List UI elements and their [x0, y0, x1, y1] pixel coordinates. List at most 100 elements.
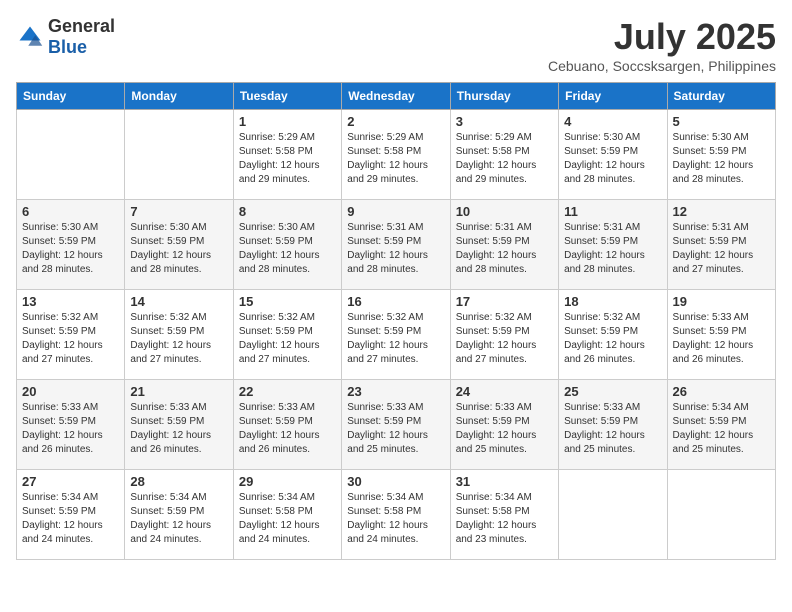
day-info: Sunrise: 5:34 AM Sunset: 5:59 PM Dayligh…	[130, 491, 227, 547]
day-number: 25	[564, 384, 661, 399]
col-header-tuesday: Tuesday	[233, 83, 341, 110]
day-info: Sunrise: 5:34 AM Sunset: 5:58 PM Dayligh…	[347, 491, 444, 547]
logo-blue-text: Blue	[48, 37, 87, 57]
calendar-week-3: 13 Sunrise: 5:32 AM Sunset: 5:59 PM Dayli…	[17, 290, 776, 380]
day-info: Sunrise: 5:30 AM Sunset: 5:59 PM Dayligh…	[22, 221, 119, 277]
day-info: Sunrise: 5:33 AM Sunset: 5:59 PM Dayligh…	[130, 401, 227, 457]
day-number: 23	[347, 384, 444, 399]
day-number: 9	[347, 204, 444, 219]
calendar-cell: 16Sunrise: 5:32 AM Sunset: 5:59 PM Dayli…	[342, 290, 450, 380]
month-year-title: July 2025	[548, 16, 776, 58]
calendar-cell: 13Sunrise: 5:32 AM Sunset: 5:59 PM Dayli…	[17, 290, 125, 380]
day-number: 11	[564, 204, 661, 219]
calendar-cell: 6 Sunrise: 5:30 AM Sunset: 5:59 PM Daylig…	[17, 200, 125, 290]
day-info: Sunrise: 5:32 AM Sunset: 5:59 PM Dayligh…	[456, 311, 553, 367]
calendar-cell: 24 Sunrise: 5:33 AM Sunset: 5:59 PM Dayli…	[450, 380, 558, 470]
day-number: 17	[456, 294, 553, 309]
calendar-cell: 23 Sunrise: 5:33 AM Sunset: 5:59 PM Dayli…	[342, 380, 450, 470]
day-number: 6	[22, 204, 119, 219]
calendar-body: 1 Sunrise: 5:29 AM Sunset: 5:58 PM Daylig…	[17, 110, 776, 560]
day-info: Sunrise: 5:33 AM Sunset: 5:59 PM Dayligh…	[22, 401, 119, 457]
day-number: 16	[347, 294, 444, 309]
day-number: 3	[456, 114, 553, 129]
day-number: 21	[130, 384, 227, 399]
calendar-cell: 25 Sunrise: 5:33 AM Sunset: 5:59 PM Dayli…	[559, 380, 667, 470]
day-info: Sunrise: 5:33 AM Sunset: 5:59 PM Dayligh…	[239, 401, 336, 457]
day-info: Sunrise: 5:30 AM Sunset: 5:59 PM Dayligh…	[130, 221, 227, 277]
day-info: Sunrise: 5:33 AM Sunset: 5:59 PM Dayligh…	[347, 401, 444, 457]
calendar-cell: 12 Sunrise: 5:31 AM Sunset: 5:59 PM Dayli…	[667, 200, 775, 290]
calendar-week-1: 1 Sunrise: 5:29 AM Sunset: 5:58 PM Daylig…	[17, 110, 776, 200]
col-header-thursday: Thursday	[450, 83, 558, 110]
calendar-cell: 20Sunrise: 5:33 AM Sunset: 5:59 PM Dayli…	[17, 380, 125, 470]
calendar-week-2: 6 Sunrise: 5:30 AM Sunset: 5:59 PM Daylig…	[17, 200, 776, 290]
day-number: 26	[673, 384, 770, 399]
calendar-cell	[559, 470, 667, 560]
logo-general-text: General	[48, 16, 115, 36]
day-info: Sunrise: 5:32 AM Sunset: 5:59 PM Dayligh…	[239, 311, 336, 367]
day-number: 30	[347, 474, 444, 489]
day-number: 28	[130, 474, 227, 489]
day-number: 15	[239, 294, 336, 309]
calendar-cell: 28 Sunrise: 5:34 AM Sunset: 5:59 PM Dayli…	[125, 470, 233, 560]
day-info: Sunrise: 5:34 AM Sunset: 5:58 PM Dayligh…	[239, 491, 336, 547]
logo: General Blue	[16, 16, 115, 58]
location-subtitle: Cebuano, Soccsksargen, Philippines	[548, 58, 776, 74]
calendar-cell: 7 Sunrise: 5:30 AM Sunset: 5:59 PM Daylig…	[125, 200, 233, 290]
day-number: 1	[239, 114, 336, 129]
col-header-friday: Friday	[559, 83, 667, 110]
col-header-saturday: Saturday	[667, 83, 775, 110]
calendar-week-4: 20Sunrise: 5:33 AM Sunset: 5:59 PM Dayli…	[17, 380, 776, 470]
day-info: Sunrise: 5:34 AM Sunset: 5:58 PM Dayligh…	[456, 491, 553, 547]
calendar-week-5: 27 Sunrise: 5:34 AM Sunset: 5:59 PM Dayli…	[17, 470, 776, 560]
calendar-cell: 18 Sunrise: 5:32 AM Sunset: 5:59 PM Dayli…	[559, 290, 667, 380]
calendar-cell: 3 Sunrise: 5:29 AM Sunset: 5:58 PM Daylig…	[450, 110, 558, 200]
day-number: 27	[22, 474, 119, 489]
title-block: July 2025 Cebuano, Soccsksargen, Philipp…	[548, 16, 776, 74]
day-number: 8	[239, 204, 336, 219]
day-info: Sunrise: 5:30 AM Sunset: 5:59 PM Dayligh…	[673, 131, 770, 187]
calendar-table: SundayMondayTuesdayWednesdayThursdayFrid…	[16, 82, 776, 560]
day-number: 19	[673, 294, 770, 309]
day-number: 5	[673, 114, 770, 129]
day-info: Sunrise: 5:33 AM Sunset: 5:59 PM Dayligh…	[564, 401, 661, 457]
col-header-monday: Monday	[125, 83, 233, 110]
calendar-cell: 17 Sunrise: 5:32 AM Sunset: 5:59 PM Dayli…	[450, 290, 558, 380]
calendar-cell: 11Sunrise: 5:31 AM Sunset: 5:59 PM Dayli…	[559, 200, 667, 290]
day-number: 14	[130, 294, 227, 309]
day-number: 13	[22, 294, 119, 309]
calendar-cell: 4Sunrise: 5:30 AM Sunset: 5:59 PM Daylig…	[559, 110, 667, 200]
calendar-header: SundayMondayTuesdayWednesdayThursdayFrid…	[17, 83, 776, 110]
calendar-cell: 29 Sunrise: 5:34 AM Sunset: 5:58 PM Dayli…	[233, 470, 341, 560]
day-info: Sunrise: 5:32 AM Sunset: 5:59 PM Dayligh…	[130, 311, 227, 367]
day-info: Sunrise: 5:33 AM Sunset: 5:59 PM Dayligh…	[456, 401, 553, 457]
calendar-cell: 21 Sunrise: 5:33 AM Sunset: 5:59 PM Dayli…	[125, 380, 233, 470]
day-number: 24	[456, 384, 553, 399]
day-number: 10	[456, 204, 553, 219]
day-number: 18	[564, 294, 661, 309]
logo-icon	[16, 23, 44, 51]
day-info: Sunrise: 5:33 AM Sunset: 5:59 PM Dayligh…	[673, 311, 770, 367]
col-header-wednesday: Wednesday	[342, 83, 450, 110]
day-info: Sunrise: 5:29 AM Sunset: 5:58 PM Dayligh…	[347, 131, 444, 187]
calendar-cell: 27Sunrise: 5:34 AM Sunset: 5:59 PM Dayli…	[17, 470, 125, 560]
day-info: Sunrise: 5:30 AM Sunset: 5:59 PM Dayligh…	[239, 221, 336, 277]
col-header-sunday: Sunday	[17, 83, 125, 110]
calendar-cell: 15 Sunrise: 5:32 AM Sunset: 5:59 PM Dayli…	[233, 290, 341, 380]
day-number: 29	[239, 474, 336, 489]
day-info: Sunrise: 5:31 AM Sunset: 5:59 PM Dayligh…	[456, 221, 553, 277]
day-info: Sunrise: 5:32 AM Sunset: 5:59 PM Dayligh…	[564, 311, 661, 367]
day-number: 12	[673, 204, 770, 219]
day-info: Sunrise: 5:31 AM Sunset: 5:59 PM Dayligh…	[673, 221, 770, 277]
calendar-cell: 10 Sunrise: 5:31 AM Sunset: 5:59 PM Dayli…	[450, 200, 558, 290]
calendar-cell: 5 Sunrise: 5:30 AM Sunset: 5:59 PM Daylig…	[667, 110, 775, 200]
day-number: 7	[130, 204, 227, 219]
calendar-cell: 19 Sunrise: 5:33 AM Sunset: 5:59 PM Dayli…	[667, 290, 775, 380]
header-row: SundayMondayTuesdayWednesdayThursdayFrid…	[17, 83, 776, 110]
day-info: Sunrise: 5:29 AM Sunset: 5:58 PM Dayligh…	[456, 131, 553, 187]
calendar-cell: 31Sunrise: 5:34 AM Sunset: 5:58 PM Dayli…	[450, 470, 558, 560]
calendar-cell: 22Sunrise: 5:33 AM Sunset: 5:59 PM Dayli…	[233, 380, 341, 470]
day-info: Sunrise: 5:31 AM Sunset: 5:59 PM Dayligh…	[347, 221, 444, 277]
calendar-cell	[17, 110, 125, 200]
day-number: 4	[564, 114, 661, 129]
